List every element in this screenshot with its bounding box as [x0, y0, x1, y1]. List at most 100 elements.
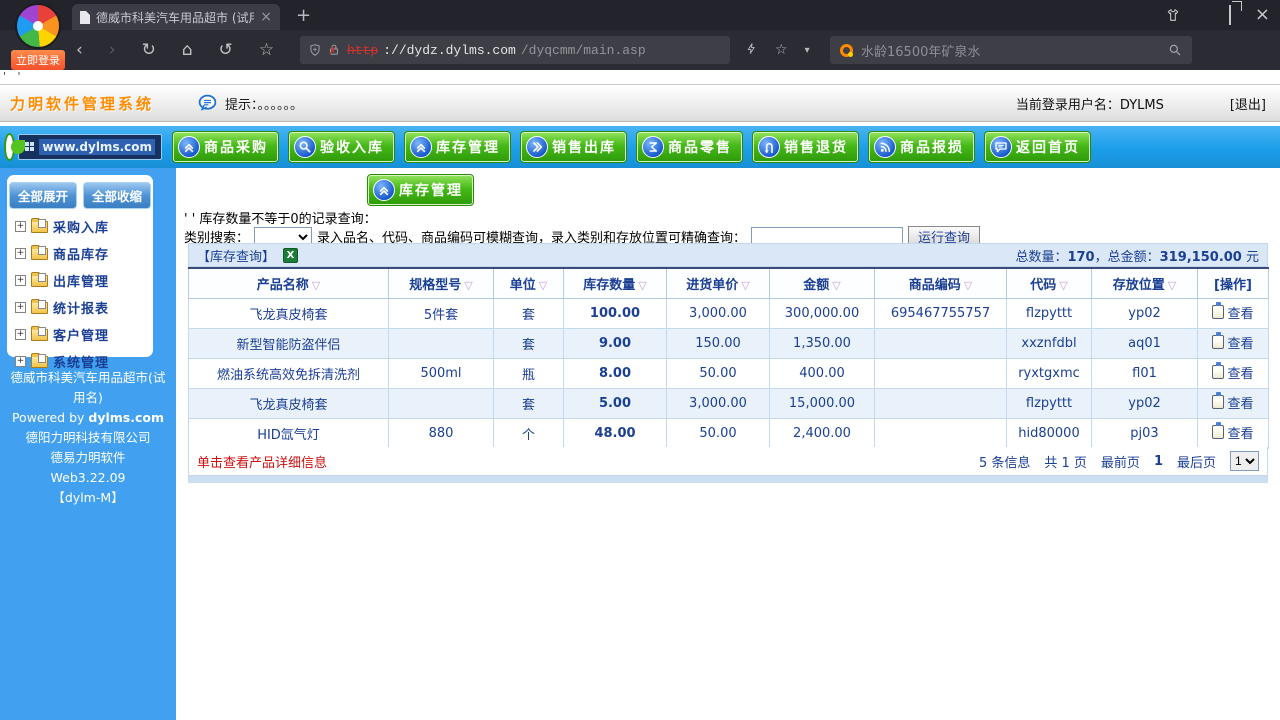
product-name: 德易力明软件	[50, 450, 126, 465]
sidebar-footer: 德威市科美汽车用品超市(试用名) Powered by dylms.com 德阳…	[6, 368, 170, 508]
web-page: ' ' 力明软件管理系统 提示：。。。。。。 当前登录用户名：DYLMS [退出…	[0, 70, 1280, 720]
insecure-lock-icon: ✗	[329, 44, 339, 58]
column-header[interactable]: 库存数量 ▽	[563, 267, 667, 299]
forward-icon[interactable]: ›	[109, 40, 116, 60]
expand-plus-icon[interactable]: +	[15, 356, 26, 367]
pager: 5 条信息 共 1 页 最前页 1 最后页 1	[979, 451, 1259, 471]
table-row[interactable]: 飞龙真皮椅套 5件套套 100.00 3,000.00 300,000.00 695467…	[188, 297, 1269, 329]
back-icon[interactable]: ‹	[76, 40, 83, 60]
magnifier-icon[interactable]	[1168, 43, 1182, 57]
column-header[interactable]: 单位 ▽	[493, 267, 564, 299]
expand-plus-icon[interactable]: +	[15, 275, 26, 286]
expand-all-button[interactable]: 全部展开	[8, 182, 77, 209]
last-page-link[interactable]: 最后页	[1177, 452, 1216, 471]
chevron-down-icon[interactable]: ▾	[805, 45, 810, 56]
column-header[interactable]: 金额 ▽	[769, 267, 875, 299]
sort-triangle-icon: ▽	[963, 278, 973, 292]
folder-icon	[31, 244, 48, 260]
logout-link[interactable]: [退出]	[1230, 94, 1266, 113]
sort-triangle-icon: ▽	[832, 278, 841, 292]
tab-close-icon[interactable]: ×	[260, 9, 272, 25]
comment-icon	[990, 136, 1012, 158]
sidebar-tree-item[interactable]: + 商品库存	[15, 244, 148, 263]
browser-tab[interactable]: 德威市科美汽车用品超市 (试用 ×	[72, 4, 280, 30]
summary-bar: 【库存查询】 X 总数量：170，总金额：319,150.00 元	[188, 243, 1268, 267]
search-box[interactable]: 水龄16500年矿泉水	[830, 36, 1192, 64]
view-link[interactable]: 查看	[1212, 392, 1254, 412]
new-tab-button[interactable]: +	[296, 4, 311, 28]
folder-icon	[31, 325, 48, 341]
page-select[interactable]: 1	[1230, 451, 1259, 471]
url-bar[interactable]: ✗ http://dydz.dylms.com/dyqcmm/main.asp	[300, 36, 730, 64]
shield-add-icon[interactable]	[308, 43, 322, 57]
view-link[interactable]: 查看	[1212, 422, 1254, 442]
toolbar-button-4[interactable]: 销售出库	[520, 131, 627, 163]
inventory-module-button[interactable]: 库存管理	[367, 174, 474, 206]
browser-logo[interactable]: 立即登录	[8, 3, 68, 70]
table-row[interactable]: 飞龙真皮椅套套 5.00 3,000.00 15,000.00 flzpyttt yp02…	[188, 387, 1269, 419]
site-header: 力明软件管理系统 提示：。。。。。。 当前登录用户名：DYLMS [退出]	[0, 84, 1280, 122]
site-logo[interactable]: www.dylms.com	[4, 133, 162, 161]
sidebar-tree-item[interactable]: + 客户管理	[15, 325, 148, 344]
column-header[interactable]: 进货单价 ▽	[666, 267, 770, 299]
sidebar-tree-item[interactable]: + 统计报表	[15, 298, 148, 317]
view-link[interactable]: 查看	[1212, 362, 1254, 382]
toolbar-button-7[interactable]: 商品报损	[868, 131, 975, 163]
folder-icon	[31, 217, 48, 233]
magnifier-icon	[294, 136, 316, 158]
toolbar-button-1[interactable]: 商品采购	[172, 131, 279, 163]
folder-icon	[31, 352, 48, 368]
column-header[interactable]: 产品名称 ▽	[188, 267, 389, 299]
expand-plus-icon[interactable]: +	[15, 248, 26, 259]
sort-triangle-icon: ▽	[464, 278, 473, 292]
expand-plus-icon[interactable]: +	[15, 302, 26, 313]
column-header[interactable]: 规格型号 ▽	[388, 267, 494, 299]
table-row[interactable]: 新型智能防盗伴侣套 9.00 150.00 1,350.00 xxznfdbl aq01 查…	[188, 327, 1269, 359]
powered-by: Powered by dylms.com	[11, 410, 165, 425]
expand-plus-icon[interactable]: +	[15, 221, 26, 232]
screen: 立即登录 德威市科美汽车用品超市 (试用 × + × ‹ › ↻ ⌂ ↺ ☆ ✗…	[0, 0, 1280, 720]
site-domain: www.dylms.com	[39, 139, 155, 155]
login-now-badge[interactable]: 立即登录	[11, 50, 65, 70]
first-page-link[interactable]: 最前页	[1101, 452, 1140, 471]
brand-title: 力明软件管理系统	[10, 94, 155, 113]
site-logo-icon	[4, 133, 26, 161]
toolbar-button-8[interactable]: 返回首页	[984, 131, 1091, 163]
toolbar-button-6[interactable]: 销售退货	[752, 131, 859, 163]
reload-icon[interactable]: ↻	[142, 40, 156, 60]
current-page[interactable]: 1	[1154, 454, 1163, 469]
browser-pinwheel-icon	[15, 3, 61, 49]
favorite-star-icon[interactable]: ☆	[259, 40, 274, 60]
toolbar-button-2[interactable]: 验收入库	[288, 131, 395, 163]
view-link[interactable]: 查看	[1212, 302, 1254, 322]
powered-domain-link[interactable]: dylms.com	[88, 410, 164, 425]
skin-icon[interactable]	[1165, 7, 1181, 23]
table-row[interactable]: HID氙气灯 880 个 48.00 50.00 2,400.00 hid80000 pj03…	[188, 417, 1269, 449]
home-icon[interactable]: ⌂	[182, 40, 193, 60]
sidebar: 全部展开 全部收缩 + 采购入库 + 商品库存 + 出库管理 + 统计报表 + 客户管理 + 系统管理…	[0, 168, 176, 720]
sigma-icon	[642, 136, 664, 158]
close-button[interactable]: ×	[1255, 6, 1270, 24]
hint-text: 提示：。。。。。。	[225, 97, 304, 113]
lightning-icon[interactable]	[745, 41, 758, 60]
restore-button[interactable]	[1228, 4, 1231, 25]
excel-export-icon[interactable]: X	[283, 247, 299, 263]
sidebar-tree-item[interactable]: + 采购入库	[15, 217, 148, 236]
column-header[interactable]: 商品编码 ▽	[874, 267, 1007, 299]
main-content: 库存管理 ' ' 库存数量不等于0的记录查询： 类别搜索： 录入品名、代码、商品…	[176, 168, 1280, 720]
toolbar-button-3[interactable]: 库存管理	[404, 131, 511, 163]
panel-title: 【库存查询】	[197, 249, 276, 265]
column-header[interactable]: [操作]	[1197, 267, 1269, 299]
search-suggestion-text[interactable]: 水龄16500年矿泉水	[861, 41, 1160, 60]
toolbar-button-5[interactable]: 商品零售	[636, 131, 743, 163]
column-header[interactable]: 存放位置 ▽	[1091, 267, 1198, 299]
collapse-all-button[interactable]: 全部收缩	[83, 182, 152, 209]
sidebar-tree-item[interactable]: + 出库管理	[15, 271, 148, 290]
bookmark-star-icon[interactable]: ☆	[775, 42, 788, 58]
undo-icon[interactable]: ↺	[219, 40, 233, 60]
table-row[interactable]: 燃油系统高效免拆清洗剂 500ml 瓶 8.00 50.00 400.00 ryxtgxmc…	[188, 357, 1269, 389]
view-link[interactable]: 查看	[1212, 332, 1254, 352]
column-header[interactable]: 代码 ▽	[1006, 267, 1092, 299]
company-name: 德阳力明科技有限公司	[25, 430, 151, 445]
expand-plus-icon[interactable]: +	[15, 329, 26, 340]
